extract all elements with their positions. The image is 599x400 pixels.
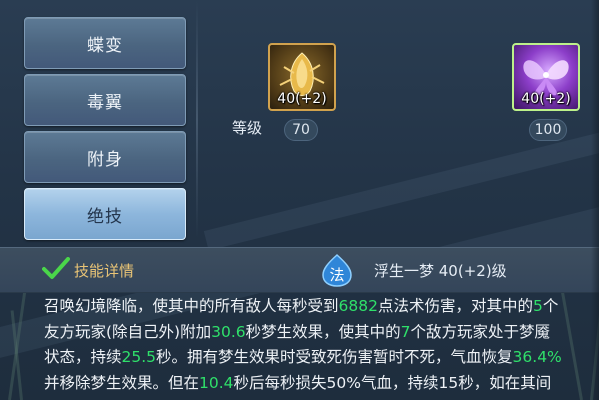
description-text: 秒后每秒损失50%气血，持续15秒，如在其间 (233, 373, 552, 392)
description-text: 秒。拥有梦生效果时受致死伤害暂时不死，气血恢复 (156, 348, 513, 366)
skill-detail-title: 技能详情 (74, 262, 135, 280)
tab-die-bian[interactable]: 蝶变 (24, 17, 186, 69)
panel-edge (591, 0, 599, 400)
highlight-value: 36.4% (512, 348, 562, 366)
school-badge-text: 法 (329, 266, 344, 284)
item-count: 40(+2) (521, 91, 571, 107)
panel-divider (196, 0, 198, 238)
item-count: 40(+2) (277, 91, 327, 107)
green-check-icon (42, 257, 70, 279)
magic-school-badge-icon: 法 (322, 253, 352, 287)
tab-fu-shen[interactable]: 附身 (24, 131, 186, 183)
level-value: 70 (284, 119, 318, 141)
purple-butterfly-icon[interactable]: 40(+2) (512, 43, 580, 111)
highlight-value: 6882 (338, 297, 378, 315)
highlight-value: 7 (400, 322, 411, 341)
tab-du-yi[interactable]: 毒翼 (24, 74, 186, 126)
description-text: 点法术伤害，对其中的 (377, 297, 533, 315)
description-text: 召唤幻境降临，使其中的所有敌人每秒受到 (44, 297, 339, 315)
gold-crystal-icon[interactable]: 40(+2) (268, 43, 336, 111)
level-label: 等级 (232, 119, 263, 137)
skill-description: 召唤幻境降临，使其中的所有敌人每秒受到6882点法术伤害，对其中的5个友方玩家(… (44, 294, 564, 396)
level-value: 100 (529, 119, 567, 141)
highlight-value: 30.6 (211, 322, 246, 341)
highlight-value: 25.5 (121, 348, 157, 366)
highlight-value: 5 (532, 297, 543, 315)
highlight-value: 10.4 (199, 373, 234, 392)
tab-jue-ji[interactable]: 绝技 (24, 188, 186, 240)
description-text: 秒梦生效果，使其中的 (245, 322, 401, 341)
description-text: 并移除梦生效果。但在 (44, 373, 200, 392)
skill-name: 浮生一梦 40(+2)级 (374, 262, 507, 280)
